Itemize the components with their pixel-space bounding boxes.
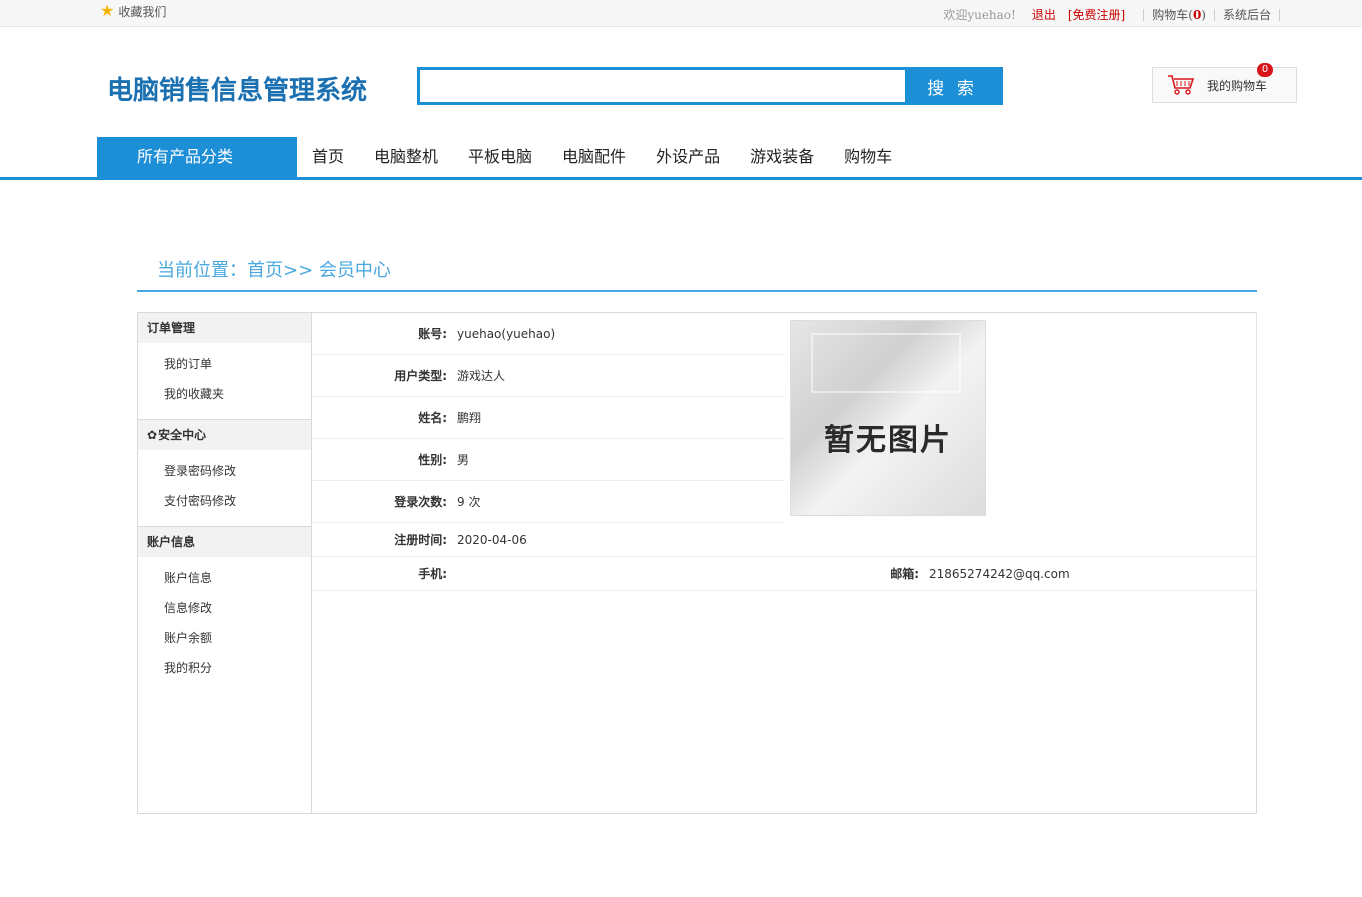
sidebar-item-balance[interactable]: 账户余额: [138, 623, 311, 653]
admin-link[interactable]: 系统后台: [1223, 6, 1271, 23]
photo-frame: [811, 333, 961, 393]
no-image-text: 暂无图片: [824, 423, 952, 458]
main-nav: 所有产品分类 首页 电脑整机 平板电脑 电脑配件 外设产品 游戏装备 购物车: [0, 137, 1362, 180]
nav-item-peripherals[interactable]: 外设产品: [641, 137, 735, 177]
top-cart-link[interactable]: 购物车(0): [1152, 6, 1206, 23]
sidebar-item-favorites[interactable]: 我的收藏夹: [138, 379, 311, 409]
search-button[interactable]: 搜 索: [905, 70, 1000, 102]
shopping-cart-icon: [1168, 75, 1195, 95]
member-center-panel: 订单管理 我的订单 我的收藏夹 ✿安全中心 登录密码修改 支付密码修改 账户信息…: [137, 312, 1257, 814]
sidebar: 订单管理 我的订单 我的收藏夹 ✿安全中心 登录密码修改 支付密码修改 账户信息…: [138, 313, 312, 813]
divider: [1256, 313, 1257, 589]
sidebar-group-security: ✿安全中心 登录密码修改 支付密码修改: [138, 420, 311, 527]
sidebar-item-account-info[interactable]: 账户信息: [138, 563, 311, 593]
field-label: 用户类型:: [394, 369, 447, 383]
user-type-value: 游戏达人: [457, 369, 506, 383]
divider: [1213, 8, 1215, 21]
top-bar: ★ 收藏我们 欢迎yuehao! 退出 [免费注册] 购物车(0) 系统后台: [0, 0, 1362, 27]
field-label: 注册时间:: [394, 533, 447, 547]
favorite-link[interactable]: ★ 收藏我们: [100, 2, 166, 20]
nav-item-home[interactable]: 首页: [297, 137, 359, 177]
cart-suffix: ): [1201, 8, 1206, 22]
nav-item-accessories[interactable]: 电脑配件: [547, 137, 641, 177]
profile-row-gender: 性别: 男: [312, 439, 784, 481]
sidebar-group-title: 订单管理: [138, 313, 311, 343]
gear-icon: ✿: [147, 428, 158, 442]
favorite-label: 收藏我们: [118, 4, 167, 19]
profile-row-email: 邮箱: 21865274242@qq.com: [784, 557, 1256, 590]
cart-badge: 0: [1257, 63, 1273, 77]
account-value: yuehao(yuehao): [457, 326, 556, 341]
field-label: 手机:: [418, 567, 447, 581]
field-label: 邮箱:: [890, 567, 919, 581]
field-label: 账号:: [418, 327, 447, 341]
profile-row-user-type: 用户类型: 游戏达人: [312, 355, 784, 397]
gender-value: 男: [457, 453, 470, 467]
sidebar-group-account: 账户信息 账户信息 信息修改 账户余额 我的积分: [138, 527, 311, 693]
sidebar-item-pay-password[interactable]: 支付密码修改: [138, 486, 311, 516]
field-label: 姓名:: [418, 411, 447, 425]
top-links: 欢迎yuehao! 退出 [免费注册] 购物车(0) 系统后台: [943, 6, 1288, 23]
nav-item-gaming[interactable]: 游戏装备: [735, 137, 829, 177]
search-input[interactable]: [420, 70, 905, 102]
profile-row-register-time: 注册时间: 2020-04-06: [312, 523, 1256, 557]
sidebar-item-edit-info[interactable]: 信息修改: [138, 593, 311, 623]
divider: [1279, 8, 1280, 21]
sidebar-group-orders: 订单管理 我的订单 我的收藏夹: [138, 313, 311, 420]
my-cart-button[interactable]: 我的购物车 0: [1152, 63, 1297, 103]
field-label: 性别:: [418, 453, 447, 467]
logout-link[interactable]: 退出: [1032, 6, 1056, 23]
profile-content: 账号: yuehao(yuehao) 用户类型: 游戏达人 姓名: 鹏翔 性别:…: [312, 313, 1257, 813]
all-categories-button[interactable]: 所有产品分类: [97, 137, 297, 177]
my-cart-label: 我的购物车: [1207, 78, 1268, 93]
cart-prefix: 购物车(: [1152, 8, 1193, 22]
sidebar-item-points[interactable]: 我的积分: [138, 653, 311, 683]
divider: [1143, 8, 1145, 21]
nav-item-cart[interactable]: 购物车: [829, 137, 907, 177]
site-logo[interactable]: 电脑销售信息管理系统: [107, 70, 367, 107]
sidebar-group-title: ✿安全中心: [138, 420, 311, 450]
sidebar-group-label: 安全中心: [158, 428, 207, 442]
nav-item-desktops[interactable]: 电脑整机: [359, 137, 453, 177]
email-value: 21865274242@qq.com: [929, 566, 1070, 581]
field-label: 登录次数:: [394, 495, 447, 509]
profile-row-name: 姓名: 鹏翔: [312, 397, 784, 439]
register-link[interactable]: [免费注册]: [1068, 6, 1125, 23]
avatar: 暂无图片: [790, 320, 986, 516]
profile-row-account: 账号: yuehao(yuehao): [312, 313, 784, 355]
sidebar-group-title: 账户信息: [138, 527, 311, 557]
search-bar: 搜 索: [417, 67, 1003, 105]
login-count-value: 9 次: [457, 495, 481, 509]
register-time-value: 2020-04-06: [457, 532, 527, 547]
sidebar-item-login-password[interactable]: 登录密码修改: [138, 456, 311, 486]
breadcrumb: 当前位置：首页>> 会员中心: [137, 257, 1257, 292]
welcome-text: 欢迎yuehao!: [943, 8, 1016, 22]
star-icon: ★: [100, 1, 115, 20]
nav-menu: 首页 电脑整机 平板电脑 电脑配件 外设产品 游戏装备 购物车: [297, 137, 907, 177]
nav-item-tablets[interactable]: 平板电脑: [453, 137, 547, 177]
sidebar-item-my-orders[interactable]: 我的订单: [138, 349, 311, 379]
profile-row-login-count: 登录次数: 9 次: [312, 481, 784, 523]
name-value: 鹏翔: [457, 411, 482, 425]
